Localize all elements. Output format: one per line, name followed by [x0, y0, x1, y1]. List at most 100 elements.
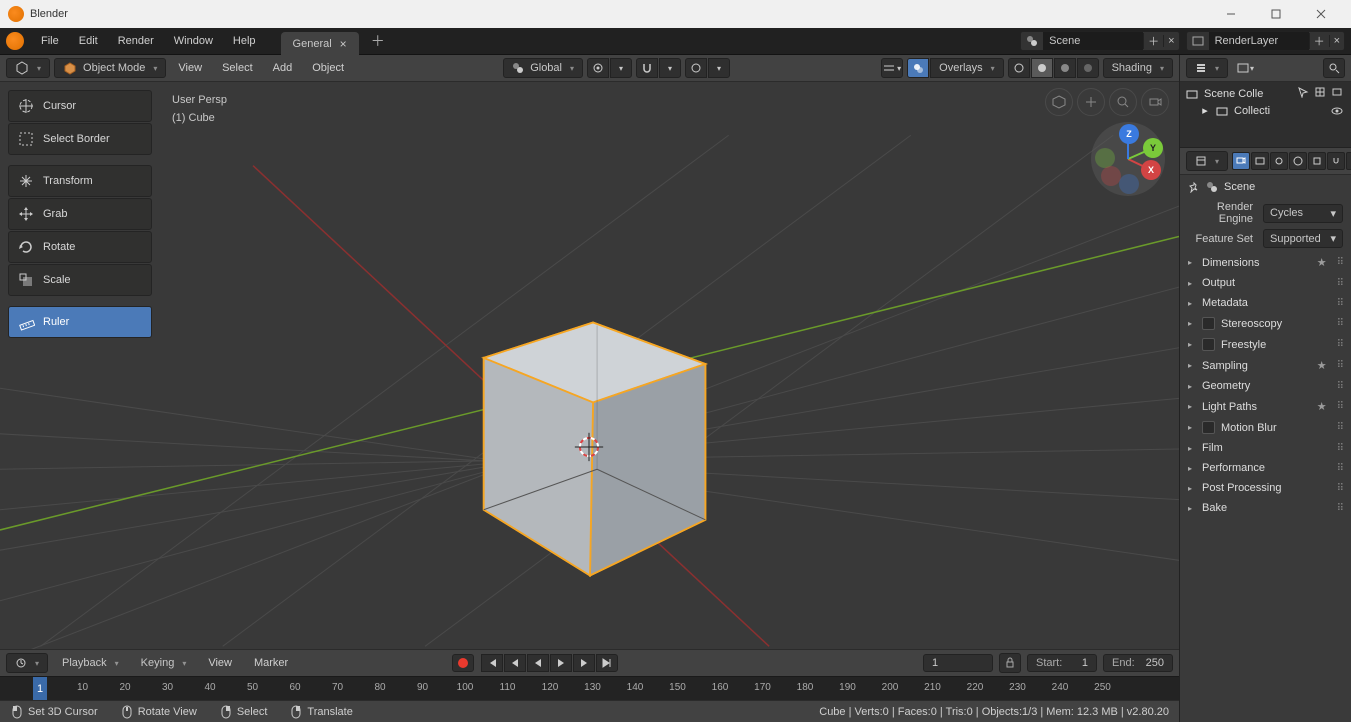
- menu-help[interactable]: Help: [224, 31, 265, 51]
- axis-neg-y[interactable]: [1095, 148, 1115, 168]
- axis-x[interactable]: X: [1141, 160, 1161, 180]
- scene-name-input[interactable]: [1043, 32, 1143, 50]
- workspace-tab-close[interactable]: ×: [340, 37, 347, 51]
- feature-set-dropdown[interactable]: Supported▾: [1263, 229, 1343, 248]
- star-icon[interactable]: ★: [1317, 256, 1327, 269]
- timeline-keying-menu[interactable]: Keying▾: [133, 653, 195, 673]
- motion-blur-checkbox[interactable]: [1202, 421, 1215, 434]
- shading-rendered[interactable]: [1077, 58, 1099, 78]
- timeline-playback-menu[interactable]: Playback▾: [54, 653, 127, 673]
- panel-dimensions[interactable]: ▸Dimensions★⠿: [1188, 252, 1343, 273]
- visibility-eye-icon[interactable]: [1331, 105, 1345, 117]
- minimize-button[interactable]: [1208, 0, 1253, 28]
- panel-metadata[interactable]: ▸Metadata⠿: [1188, 293, 1343, 313]
- menu-render[interactable]: Render: [109, 31, 163, 51]
- panel-output[interactable]: ▸Output⠿: [1188, 273, 1343, 293]
- play-reverse[interactable]: [527, 654, 549, 672]
- tool-scale[interactable]: Scale: [8, 264, 152, 296]
- end-frame-field[interactable]: End:250: [1103, 654, 1173, 672]
- star-icon[interactable]: ★: [1317, 400, 1327, 413]
- close-button[interactable]: [1298, 0, 1343, 28]
- viewport-menu-add[interactable]: Add: [265, 59, 301, 77]
- viewport-menu-view[interactable]: View: [170, 59, 210, 77]
- start-frame-field[interactable]: Start:1: [1027, 654, 1097, 672]
- tool-select-border[interactable]: Select Border: [8, 123, 152, 155]
- maximize-button[interactable]: [1253, 0, 1298, 28]
- props-tab-scene[interactable]: [1270, 152, 1288, 170]
- panel-geometry[interactable]: ▸Geometry⠿: [1188, 376, 1343, 396]
- jump-next-keyframe[interactable]: [573, 654, 595, 672]
- viewport-menu-select[interactable]: Select: [214, 59, 261, 77]
- outliner-display-mode[interactable]: ▾: [1234, 58, 1256, 78]
- properties-editor-dropdown[interactable]: ▾: [1186, 151, 1228, 171]
- tool-ruler[interactable]: Ruler: [8, 306, 152, 338]
- nav-pan[interactable]: [1077, 88, 1105, 116]
- axis-neg-x[interactable]: [1101, 166, 1121, 186]
- axis-navigation-gizmo[interactable]: Z Y X: [1091, 122, 1165, 196]
- outliner-search[interactable]: [1323, 58, 1345, 78]
- overlays-dropdown[interactable]: Overlays▾: [930, 58, 1003, 78]
- outliner-collection[interactable]: ▸ Collecti: [1186, 102, 1345, 119]
- blender-logo-icon[interactable]: [6, 32, 24, 50]
- viewport-menu-object[interactable]: Object: [304, 59, 352, 77]
- tool-cursor[interactable]: Cursor: [8, 90, 152, 122]
- renderlayer-name-input[interactable]: [1209, 32, 1309, 50]
- tool-rotate[interactable]: Rotate: [8, 231, 152, 263]
- pivot-point[interactable]: ▾: [587, 58, 632, 78]
- outliner-editor-dropdown[interactable]: ▾: [1186, 58, 1228, 78]
- jump-to-start[interactable]: [481, 654, 503, 672]
- renderlayer-delete-button[interactable]: ×: [1329, 35, 1344, 47]
- tool-grab[interactable]: Grab: [8, 198, 152, 230]
- renderlayer-selector[interactable]: ＋ ×: [1186, 31, 1345, 51]
- props-tab-world[interactable]: [1289, 152, 1307, 170]
- filter-render-icon[interactable]: [1331, 86, 1345, 98]
- panel-bake[interactable]: ▸Bake⠿: [1188, 498, 1343, 518]
- lock-frame-range[interactable]: [999, 653, 1021, 673]
- timeline-track[interactable]: 1 10203040506070809010011012013014015016…: [0, 676, 1179, 700]
- shading-wireframe[interactable]: [1008, 58, 1030, 78]
- shading-solid[interactable]: [1031, 58, 1053, 78]
- menu-edit[interactable]: Edit: [70, 31, 107, 51]
- timeline-marker-menu[interactable]: Marker: [246, 654, 296, 672]
- timeline-editor-dropdown[interactable]: ▾: [6, 653, 48, 673]
- nav-orbit[interactable]: [1045, 88, 1073, 116]
- current-frame-field[interactable]: 1: [923, 654, 993, 672]
- scene-add-button[interactable]: ＋: [1143, 33, 1163, 49]
- scene-browse-icon[interactable]: [1021, 34, 1043, 48]
- axis-y[interactable]: Y: [1143, 138, 1163, 158]
- shading-dropdown[interactable]: Shading▾: [1103, 58, 1173, 78]
- tool-transform[interactable]: Transform: [8, 165, 152, 197]
- axis-z[interactable]: Z: [1119, 124, 1139, 144]
- properties-breadcrumb[interactable]: Scene: [1188, 181, 1343, 193]
- play[interactable]: [550, 654, 572, 672]
- axis-neg-z[interactable]: [1119, 174, 1139, 194]
- collections-visibility[interactable]: ▾: [881, 58, 903, 78]
- auto-keying-toggle[interactable]: [452, 654, 474, 672]
- editor-type-dropdown[interactable]: ▾: [6, 58, 50, 78]
- nav-zoom[interactable]: [1109, 88, 1137, 116]
- snap-toggle[interactable]: ▾: [636, 58, 681, 78]
- props-tab-object[interactable]: [1308, 152, 1326, 170]
- filter-grid-icon[interactable]: [1314, 86, 1328, 98]
- workspace-add-button[interactable]: ＋: [365, 29, 391, 53]
- freestyle-checkbox[interactable]: [1202, 338, 1215, 351]
- playhead[interactable]: 1: [33, 677, 47, 700]
- panel-film[interactable]: ▸Film⠿: [1188, 438, 1343, 458]
- proportional-edit[interactable]: ▾: [685, 58, 730, 78]
- scene-delete-button[interactable]: ×: [1163, 35, 1178, 47]
- disclosure-icon[interactable]: ▸: [1198, 104, 1212, 117]
- jump-to-end[interactable]: [596, 654, 618, 672]
- panel-light-paths[interactable]: ▸Light Paths★⠿: [1188, 396, 1343, 417]
- stereoscopy-checkbox[interactable]: [1202, 317, 1215, 330]
- workspace-tab-general[interactable]: General ×: [281, 32, 359, 56]
- shading-lookdev[interactable]: [1054, 58, 1076, 78]
- jump-prev-keyframe[interactable]: [504, 654, 526, 672]
- scene-selector[interactable]: ＋ ×: [1020, 31, 1179, 51]
- menu-window[interactable]: Window: [165, 31, 222, 51]
- panel-post-processing[interactable]: ▸Post Processing⠿: [1188, 478, 1343, 498]
- pin-icon[interactable]: [1188, 181, 1200, 193]
- orientation-dropdown[interactable]: Global▾: [503, 58, 583, 78]
- props-tab-material[interactable]: [1346, 152, 1351, 170]
- render-engine-dropdown[interactable]: Cycles▾: [1263, 204, 1343, 223]
- overlays-toggle[interactable]: [907, 58, 929, 78]
